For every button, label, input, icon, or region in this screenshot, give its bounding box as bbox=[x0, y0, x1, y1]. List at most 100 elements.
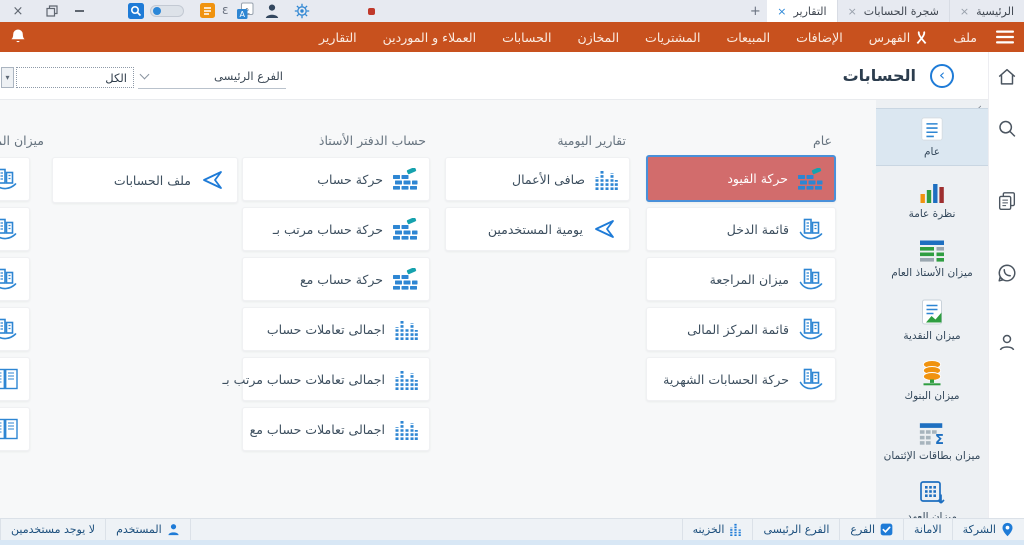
card-account-totals-with[interactable]: اجمالى تعاملات حساب مع bbox=[242, 407, 430, 451]
menu-index[interactable]: الفهرس bbox=[856, 22, 941, 52]
notifications-bell-icon[interactable] bbox=[10, 28, 26, 48]
bottom-scroll-strip[interactable] bbox=[0, 540, 1024, 545]
tab-close-icon[interactable]: × bbox=[777, 6, 786, 17]
card-clipped-3[interactable] bbox=[0, 257, 30, 301]
settings-gear-icon[interactable] bbox=[294, 3, 310, 19]
minimize-window-button[interactable] bbox=[72, 0, 86, 22]
sidebar-item-banks-balance[interactable]: ميزان البنوك bbox=[876, 352, 988, 408]
tab-strip: الرئيسية × شجرة الحسابات × التقارير × + bbox=[743, 0, 1024, 22]
new-tab-button[interactable]: + bbox=[743, 0, 767, 22]
restore-window-button[interactable] bbox=[44, 0, 60, 22]
equalizer-bars-icon bbox=[594, 168, 618, 190]
chevron-down-icon bbox=[139, 69, 150, 80]
buildings-hand-icon bbox=[798, 217, 824, 241]
card-account-movement-with[interactable]: حركة حساب مع bbox=[242, 257, 430, 301]
translate-icon[interactable] bbox=[236, 2, 254, 20]
right-icon-strip bbox=[988, 52, 1024, 518]
status-branch-button[interactable]: الفرع bbox=[839, 519, 903, 540]
tab-close-icon[interactable]: × bbox=[960, 6, 969, 17]
close-window-button[interactable]: × bbox=[10, 0, 26, 22]
card-clipped-2[interactable] bbox=[0, 207, 30, 251]
tab-reports[interactable]: التقارير × bbox=[767, 0, 837, 22]
equalizer-bars-icon bbox=[394, 318, 418, 340]
tab-label: التقارير bbox=[793, 4, 827, 18]
filter-combobox[interactable]: الكل bbox=[16, 67, 134, 88]
back-arrow-icon[interactable]: › bbox=[930, 64, 954, 88]
tab-accounts-tree[interactable]: شجرة الحسابات × bbox=[836, 0, 949, 22]
sidebar-item-overview[interactable]: نظرة عامة bbox=[876, 172, 988, 226]
menu-sales[interactable]: المبيعات bbox=[713, 22, 783, 52]
section-title: حساب الدفتر الأستاذ bbox=[318, 133, 426, 148]
card-account-totals[interactable]: اجمالى تعاملات حساب bbox=[242, 307, 430, 351]
ledger-pencil-icon bbox=[392, 168, 418, 190]
card-trial-balance[interactable]: ميزان المراجعة bbox=[646, 257, 836, 301]
card-accounts-file[interactable]: ملف الحسابات bbox=[52, 157, 238, 203]
card-account-movement-sorted[interactable]: حركة حساب مرتب بـ bbox=[242, 207, 430, 251]
tab-close-icon[interactable]: × bbox=[848, 6, 857, 17]
menu-accounts[interactable]: الحسابات bbox=[489, 22, 564, 52]
card-users-journal[interactable]: يومية المستخدمين bbox=[445, 207, 630, 251]
card-income-statement[interactable]: قائمة الدخل bbox=[646, 207, 836, 251]
mini-bars-icon bbox=[729, 523, 742, 536]
bar-chart-icon bbox=[919, 178, 945, 204]
card-entries-movement[interactable]: حركة القيود bbox=[646, 155, 836, 202]
status-branch-value: الفرع الرئيسى bbox=[752, 519, 839, 540]
document-lines-icon bbox=[918, 116, 946, 142]
currency-epsilon-button[interactable]: ε bbox=[222, 3, 229, 17]
card-net-business[interactable]: صافى الأعمال bbox=[445, 157, 630, 201]
card-clipped-5[interactable] bbox=[0, 357, 30, 401]
status-treasury-button[interactable]: الخزينه bbox=[681, 519, 753, 540]
section-title: تقارير اليومية bbox=[557, 133, 626, 148]
buildings-hand-icon bbox=[798, 267, 824, 291]
buildings-hand-icon bbox=[798, 317, 824, 341]
home-icon[interactable] bbox=[996, 66, 1018, 92]
menu-reports[interactable]: التقارير bbox=[306, 22, 370, 52]
toggle-knob-icon bbox=[153, 7, 161, 15]
buildings-hand-icon bbox=[0, 267, 18, 291]
documents-copy-icon[interactable] bbox=[996, 190, 1018, 216]
menu-customers-suppliers[interactable]: العملاء و الموردين bbox=[370, 22, 489, 52]
sidebar: › عام نظرة عامة ميزان الأستاذ العام ميزا… bbox=[876, 100, 988, 523]
notes-app-icon[interactable] bbox=[200, 3, 215, 18]
tab-home[interactable]: الرئيسية × bbox=[948, 0, 1024, 22]
hamburger-menu-icon[interactable] bbox=[990, 30, 1024, 44]
menu-file[interactable]: ملف bbox=[940, 22, 990, 52]
search-app-icon[interactable] bbox=[128, 3, 144, 19]
card-financial-position[interactable]: قائمة المركز المالى bbox=[646, 307, 836, 351]
content-area: عام حركة القيود قائمة الدخل ميزان المراج… bbox=[0, 100, 876, 518]
status-user-button[interactable]: المستخدم bbox=[105, 519, 191, 540]
restore-icon bbox=[46, 5, 58, 17]
section-title: ميزان الم bbox=[0, 133, 44, 148]
card-account-totals-sorted[interactable]: اجمالى تعاملات حساب مرتب بـ bbox=[222, 357, 430, 401]
section-general: عام حركة القيود قائمة الدخل ميزان المراج… bbox=[646, 100, 836, 518]
status-company-value: الامانة bbox=[903, 519, 952, 540]
search-icon[interactable] bbox=[996, 118, 1017, 143]
user-icon[interactable] bbox=[996, 332, 1017, 357]
filter-value: الكل bbox=[105, 70, 127, 85]
menu-inventory[interactable]: المخازن bbox=[564, 22, 632, 52]
tab-label: الرئيسية bbox=[976, 4, 1014, 18]
location-pin-icon bbox=[1001, 522, 1014, 537]
tab-label: شجرة الحسابات bbox=[863, 4, 939, 18]
whatsapp-icon[interactable] bbox=[996, 262, 1018, 288]
sidebar-item-gl-balance[interactable]: ميزان الأستاذ العام bbox=[876, 232, 988, 286]
branch-select[interactable]: الفرع الرئيسى bbox=[138, 64, 286, 89]
app-window: الرئيسية × شجرة الحسابات × التقارير × + … bbox=[0, 0, 1024, 545]
theme-toggle[interactable] bbox=[150, 5, 184, 17]
status-company-button[interactable]: الشركة bbox=[951, 519, 1024, 540]
sidebar-item-general[interactable]: عام bbox=[876, 108, 988, 166]
sidebar-item-cash-balance[interactable]: ميزان النقدية bbox=[876, 292, 988, 348]
sidebar-item-credit-cards-balance[interactable]: ميزان بطاقات الإئتمان bbox=[876, 412, 988, 470]
card-clipped-1[interactable] bbox=[0, 157, 30, 201]
card-clipped-4[interactable] bbox=[0, 307, 30, 351]
table-sigma-icon bbox=[918, 421, 946, 446]
statusbar: الشركة الامانة الفرع الفرع الرئيسى الخزي… bbox=[0, 518, 1024, 540]
card-account-movement[interactable]: حركة حساب bbox=[242, 157, 430, 201]
card-clipped-6[interactable] bbox=[0, 407, 30, 451]
card-monthly-accounts-movement[interactable]: حركة الحسابات الشهرية bbox=[646, 357, 836, 401]
menu-addons[interactable]: الإضافات bbox=[783, 22, 856, 52]
status-user-value: لا يوجد مستخدمين bbox=[0, 519, 105, 540]
user-profile-icon[interactable] bbox=[264, 3, 280, 19]
filter-dropdown-button[interactable]: ▾ bbox=[1, 67, 14, 88]
menu-purchases[interactable]: المشتريات bbox=[632, 22, 713, 52]
